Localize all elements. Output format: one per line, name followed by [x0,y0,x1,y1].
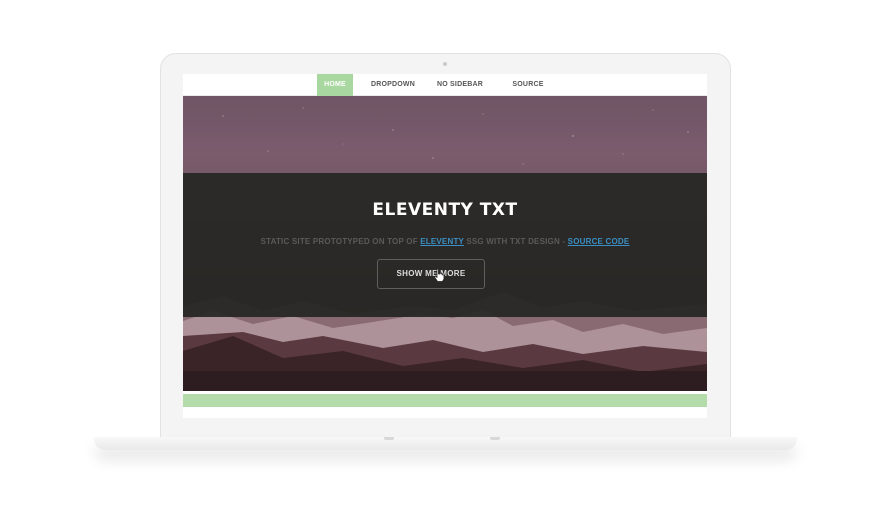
hero-section: ELEVENTY TXT STATIC SITE PROTOTYPED ON T… [183,96,707,391]
laptop-base [94,437,797,450]
footer-accent-bar [183,394,707,407]
hero-subtitle: STATIC SITE PROTOTYPED ON TOP OF ELEVENT… [183,237,707,246]
nav-item-dropdown[interactable]: DROPDOWN [369,74,417,96]
nav-item-source-code[interactable]: SOURCE CODE [501,74,555,110]
laptop-hinge-right [490,437,500,440]
hand-pointer-icon [434,268,445,282]
show-me-more-button[interactable]: SHOW ME MORE [377,259,485,289]
laptop-hinge-left [384,437,394,440]
hero-subtitle-prefix: STATIC SITE PROTOTYPED ON TOP OF [260,237,418,246]
screen: HOME DROPDOWN NO SIDEBAR SOURCE CODE ELE… [183,74,707,418]
source-code-link[interactable]: SOURCE CODE [568,237,630,246]
eleventy-link[interactable]: ELEVENTY [420,237,464,246]
nav-item-home[interactable]: HOME [317,74,353,96]
nav-item-no-sidebar[interactable]: NO SIDEBAR [435,74,485,96]
laptop-camera [443,62,447,66]
hero-subtitle-middle: SSG WITH TXT DESIGN - [466,237,566,246]
hero-title: ELEVENTY TXT [372,200,518,220]
top-navbar: HOME DROPDOWN NO SIDEBAR SOURCE CODE [183,74,707,110]
